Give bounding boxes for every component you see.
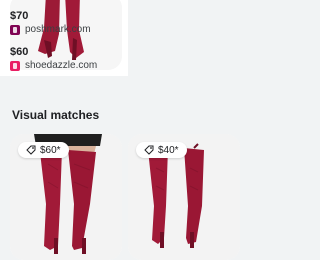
offer-price: $70 [10,10,29,22]
price-tag-label: $40* [158,144,179,156]
offer-price: $60 [10,46,29,58]
price-tag-icon [144,145,154,155]
offer-poshmark[interactable]: $70 poshmark.com [10,10,91,35]
price-tag: $60* [18,142,69,158]
visual-match-card[interactable]: $40* [128,134,240,260]
merchant-name: poshmark.com [25,24,91,35]
offer-shoedazzle[interactable]: $60 shoedazzle.com [10,46,97,71]
price-tag-label: $60* [40,144,61,156]
poshmark-favicon-icon [10,24,20,35]
visual-matches-title: Visual matches [12,108,100,122]
offer-merchant: shoedazzle.com [10,60,97,71]
offer-merchant: poshmark.com [10,24,91,35]
price-tag: $40* [136,142,187,158]
price-tag-icon [26,145,36,155]
merchant-name: shoedazzle.com [25,60,98,71]
visual-match-card[interactable]: $60* [10,134,122,260]
shoedazzle-favicon-icon [10,60,20,71]
